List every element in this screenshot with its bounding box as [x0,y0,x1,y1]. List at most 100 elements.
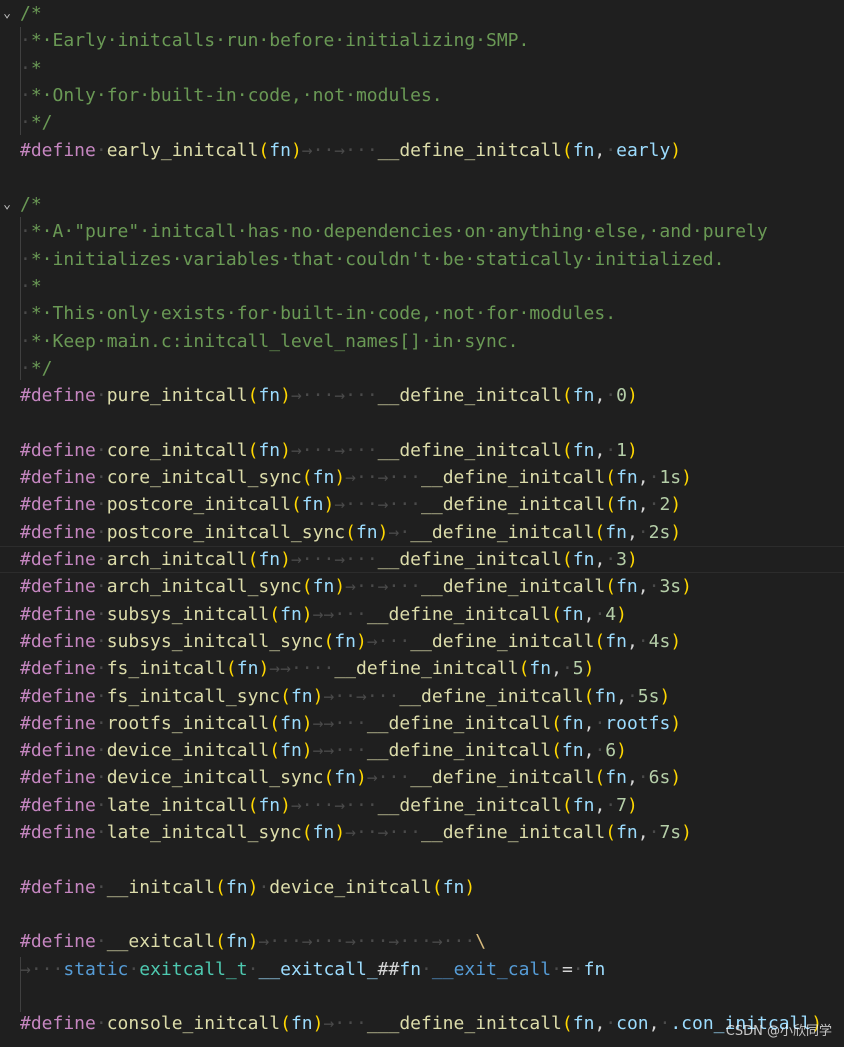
code-text: #define·fs_initcall(fn)→→····__define_in… [20,655,594,682]
code-editor[interactable]: ⌄/* ·*·Early·initcalls·run·before·initial… [0,0,844,1047]
code-line[interactable]: ⌄ /* [0,191,844,218]
code-line[interactable]: #define·arch_initcall(fn)→···→···__defin… [0,546,844,573]
code-token: __exitcall [106,931,216,953]
code-text: #define·pure_initcall(fn)→···→···__defin… [20,382,638,409]
code-line[interactable]: #define·console_initcall(fn)→···___defin… [0,1010,844,1037]
chevron-down-icon[interactable]: ⌄ [0,0,14,27]
code-line[interactable]: #define·postcore_initcall(fn)→···→···__d… [0,491,844,518]
code-line[interactable] [0,901,844,928]
code-line[interactable] [0,410,844,437]
code-token: · [20,84,31,106]
code-token: fn [312,576,335,598]
code-token: ( [247,385,259,407]
code-line[interactable]: ·*·This·only·exists·for·built-in·code,·n… [0,300,844,327]
code-token: fn [280,712,302,734]
code-token: ( [301,822,313,843]
code-line[interactable]: #define·late_initcall(fn)→···→···__defin… [0,792,844,819]
code-line[interactable]: #define·subsys_initcall_sync(fn)→···__de… [0,628,844,655]
code-token: · [95,576,107,598]
code-line[interactable]: ·* [0,273,844,300]
code-token: ) [323,494,335,516]
code-text: ·*/ [20,109,53,136]
code-line[interactable] [0,846,844,873]
code-token: __define_initcall [377,439,562,461]
code-line[interactable]: #define·postcore_initcall_sync(fn)→·__de… [0,519,844,546]
code-line[interactable]: #define·early_initcall(fn)→··→···__defin… [0,137,844,164]
code-token: fn [280,740,302,762]
code-line[interactable]: ·*·Only·for·built-in·code,·not·modules. [0,82,844,109]
code-token: →··→··· [345,467,422,489]
code-token: · [95,521,107,543]
code-token: · [659,1013,671,1035]
code-line[interactable]: #define·core_initcall(fn)→···→···__defin… [0,437,844,464]
code-token: ( [561,385,573,407]
code-token: fs_initcall_sync [106,685,281,707]
code-token: · [648,494,660,516]
code-line[interactable]: #define·core_initcall_sync(fn)→··→···__d… [0,464,844,491]
code-line[interactable]: #define·arch_initcall_sync(fn)→··→···__d… [0,573,844,600]
code-text: #define·subsys_initcall(fn)→→···__define… [20,601,627,628]
code-token: · [648,822,660,843]
code-line[interactable]: #define·fs_initcall_sync(fn)→··→···__def… [0,683,844,710]
code-line[interactable]: ·*/ [0,355,844,382]
code-token: ( [301,576,313,598]
code-line[interactable]: #define·late_initcall_sync(fn)→··→···__d… [0,819,844,846]
code-line[interactable]: #define·__initcall(fn)·device_initcall(f… [0,874,844,901]
code-line[interactable]: #define·device_initcall(fn)→→···__define… [0,737,844,764]
code-token: →→··· [312,712,367,734]
code-text: #define·early_initcall(fn)→··→···__defin… [20,137,681,164]
code-token: ) [290,139,302,161]
code-token: · [20,221,31,243]
code-line[interactable]: ·*·initializes·variables·that·couldn't·b… [0,246,844,273]
code-token: →···→··· [290,439,378,461]
code-line[interactable]: #define·__exitcall(fn)→···→···→···→···→·… [0,928,844,955]
code-token: · [258,876,270,898]
code-token: __define_initcall [410,521,595,543]
code-token: ( [215,931,226,953]
code-token: ( [561,439,573,461]
code-token: · [95,494,107,516]
code-line[interactable]: →···static·exitcall_t·__exitcall_##fn·__… [0,956,844,983]
code-token: · [626,685,638,707]
code-token: · [20,57,31,79]
code-token: · [648,576,660,598]
code-text: ·* [20,273,42,300]
watermark: CSDN @小欣同学 [725,1024,832,1039]
code-token: fn [225,876,248,898]
code-line[interactable]: ·*·Keep·main.c:initcall_level_names[]·in… [0,328,844,355]
code-token: #define [20,1013,96,1035]
code-line[interactable]: ·*/ [0,109,844,136]
code-text: ·* [20,55,42,82]
code-token: fn [355,521,378,543]
code-token: fn [312,467,335,489]
code-line[interactable]: #define·subsys_initcall(fn)→→···__define… [0,601,844,628]
code-line[interactable]: #define·rootfs_initcall(fn)→→···__define… [0,710,844,737]
code-token: fn [572,1013,595,1035]
code-line[interactable]: ·*·A·"pure"·initcall·has·no·dependencies… [0,218,844,245]
code-line[interactable]: ⌄ /* [0,0,844,27]
code-line[interactable]: #define·fs_initcall(fn)→→····__define_in… [0,655,844,682]
code-text: #define·__exitcall(fn)→···→···→···→···→·… [20,928,486,955]
code-line[interactable]: ·* [0,55,844,82]
code-token: →··→··· [345,576,422,598]
code-token: →→···· [269,658,335,680]
code-token: , [594,439,606,461]
code-token: fn [616,822,638,843]
code-token: fn [572,549,595,570]
code-line[interactable]: ·*·Early·initcalls·run·before·initializi… [0,27,844,54]
code-token: , [594,385,606,407]
code-token: · [247,958,259,980]
code-token: , [594,1013,606,1035]
code-line[interactable] [0,983,844,1010]
code-line[interactable]: #define·device_initcall_sync(fn)→···__de… [0,764,844,791]
code-line[interactable] [0,164,844,191]
code-token: ) [247,931,259,953]
code-token: 0 [616,385,627,407]
code-token: →··→··· [323,685,400,707]
code-token: ) [670,139,682,161]
code-text: #define·fs_initcall_sync(fn)→··→···__def… [20,683,670,710]
chevron-down-icon[interactable]: ⌄ [0,191,14,218]
code-token: · [20,276,31,297]
code-line[interactable]: #define·pure_initcall(fn)→···→···__defin… [0,382,844,409]
code-token: , [626,521,638,543]
